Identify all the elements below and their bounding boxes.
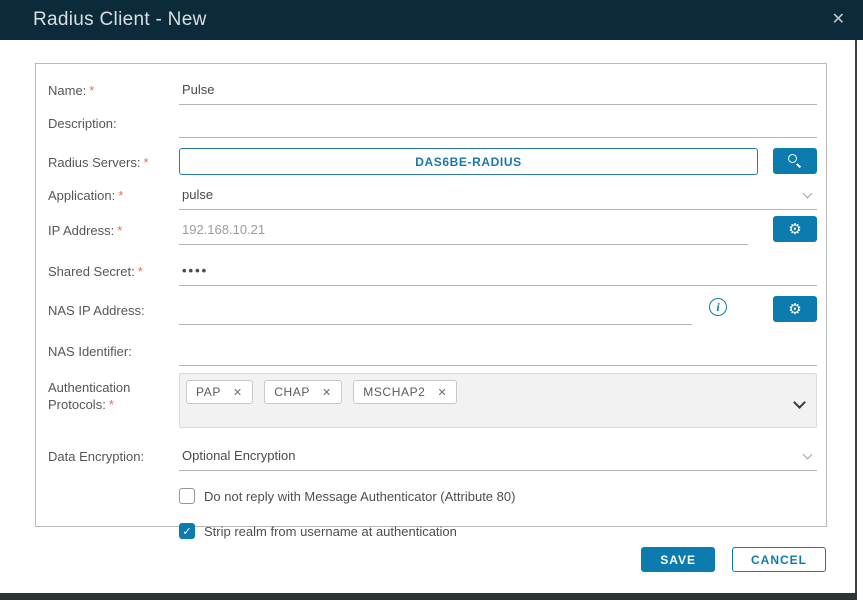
ip-address-row: IP Address:* ⚙	[48, 216, 817, 245]
radius-servers-row: Radius Servers: * DAS6BE-RADIUS	[48, 148, 817, 175]
chip-remove-icon[interactable]: ✕	[233, 386, 243, 399]
dialog-title: Radius Client - New	[33, 9, 207, 30]
data-encryption-label: Data Encryption:	[48, 449, 145, 464]
data-encryption-row: Data Encryption: Optional Encryption	[48, 442, 817, 471]
name-row: Name: *	[48, 76, 817, 105]
chevron-down-icon	[802, 449, 813, 460]
strip-realm-checkbox[interactable]: ✓	[179, 523, 195, 539]
auth-protocols-row: Authentication Protocols: * PAP ✕ CHAP ✕ …	[48, 373, 817, 428]
description-input[interactable]	[179, 109, 817, 138]
attr80-checkbox-row: ✓ Do not reply with Message Authenticato…	[179, 483, 817, 504]
nas-ip-address-label: NAS IP Address:	[48, 303, 145, 318]
gear-icon: ⚙	[788, 220, 802, 238]
nas-ip-address-input[interactable]	[179, 296, 692, 325]
chip-label: MSCHAP2	[363, 385, 426, 399]
application-row: Application: * pulse	[48, 181, 817, 210]
nas-ip-settings-button[interactable]: ⚙	[773, 296, 817, 322]
strip-realm-checkbox-row: ✓ Strip realm from username at authentic…	[179, 523, 817, 539]
dialog-titlebar: Radius Client - New ✕	[0, 0, 863, 40]
radius-servers-search-button[interactable]	[773, 148, 817, 174]
data-encryption-value: Optional Encryption	[182, 448, 296, 463]
chip-remove-icon[interactable]: ✕	[437, 386, 447, 399]
nas-ip-address-row: NAS IP Address: i ⚙	[48, 296, 817, 325]
application-select[interactable]: pulse	[179, 181, 817, 210]
description-row: Description:	[48, 109, 817, 138]
chip-label: CHAP	[274, 385, 310, 399]
application-value: pulse	[182, 187, 214, 202]
close-icon[interactable]: ✕	[832, 12, 845, 28]
chip-mschap2[interactable]: MSCHAP2 ✕	[353, 380, 458, 404]
required-marker: *	[143, 155, 149, 170]
save-button[interactable]: SAVE	[641, 547, 715, 572]
required-marker: *	[137, 264, 143, 279]
shared-secret-label: Shared Secret: *	[48, 264, 143, 279]
auth-protocols-label: Authentication Protocols: *	[48, 380, 131, 412]
name-label: Name: *	[48, 83, 95, 98]
application-label: Application: *	[48, 188, 124, 203]
window-right-edge	[855, 40, 857, 600]
radius-servers-label: Radius Servers: *	[48, 155, 149, 170]
chip-pap[interactable]: PAP ✕	[186, 380, 253, 404]
strip-realm-checkbox-label: Strip realm from username at authenticat…	[204, 523, 457, 539]
shared-secret-row: Shared Secret: *	[48, 257, 817, 286]
ip-address-label: IP Address: *	[48, 223, 123, 238]
attr80-checkbox-label: Do not reply with Message Authenticator …	[204, 488, 516, 504]
nas-identifier-label: NAS Identifier:	[48, 344, 132, 359]
chevron-down-icon	[802, 188, 813, 199]
attr80-checkbox[interactable]: ✓	[179, 488, 195, 504]
radius-servers-value[interactable]: DAS6BE-RADIUS	[179, 148, 758, 175]
data-encryption-select[interactable]: Optional Encryption	[179, 442, 817, 471]
chip-label: PAP	[196, 385, 221, 399]
required-marker: *	[118, 188, 124, 203]
dialog-footer: SAVE CANCEL	[641, 547, 826, 572]
auth-protocols-multiselect[interactable]: PAP ✕ CHAP ✕ MSCHAP2 ✕	[179, 373, 817, 428]
search-icon	[788, 154, 802, 168]
shared-secret-input[interactable]	[179, 257, 817, 286]
nas-identifier-row: NAS Identifier:	[48, 337, 817, 366]
required-marker: *	[117, 223, 123, 238]
window-bottom-edge	[0, 593, 857, 600]
chevron-down-icon	[793, 396, 806, 409]
cancel-button[interactable]: CANCEL	[732, 547, 826, 572]
ip-address-input[interactable]	[179, 216, 748, 245]
radius-client-form: Name:* Description: Radius Servers:* DAS…	[35, 63, 827, 539]
description-label: Description:	[48, 116, 117, 131]
required-marker: *	[89, 83, 95, 98]
required-marker: *	[108, 397, 114, 412]
nas-identifier-input[interactable]	[179, 337, 817, 366]
chip-remove-icon[interactable]: ✕	[322, 386, 332, 399]
info-icon[interactable]: i	[709, 298, 727, 316]
name-input[interactable]	[179, 76, 817, 105]
gear-icon: ⚙	[788, 300, 802, 318]
chip-chap[interactable]: CHAP ✕	[264, 380, 342, 404]
ip-address-settings-button[interactable]: ⚙	[773, 216, 817, 242]
